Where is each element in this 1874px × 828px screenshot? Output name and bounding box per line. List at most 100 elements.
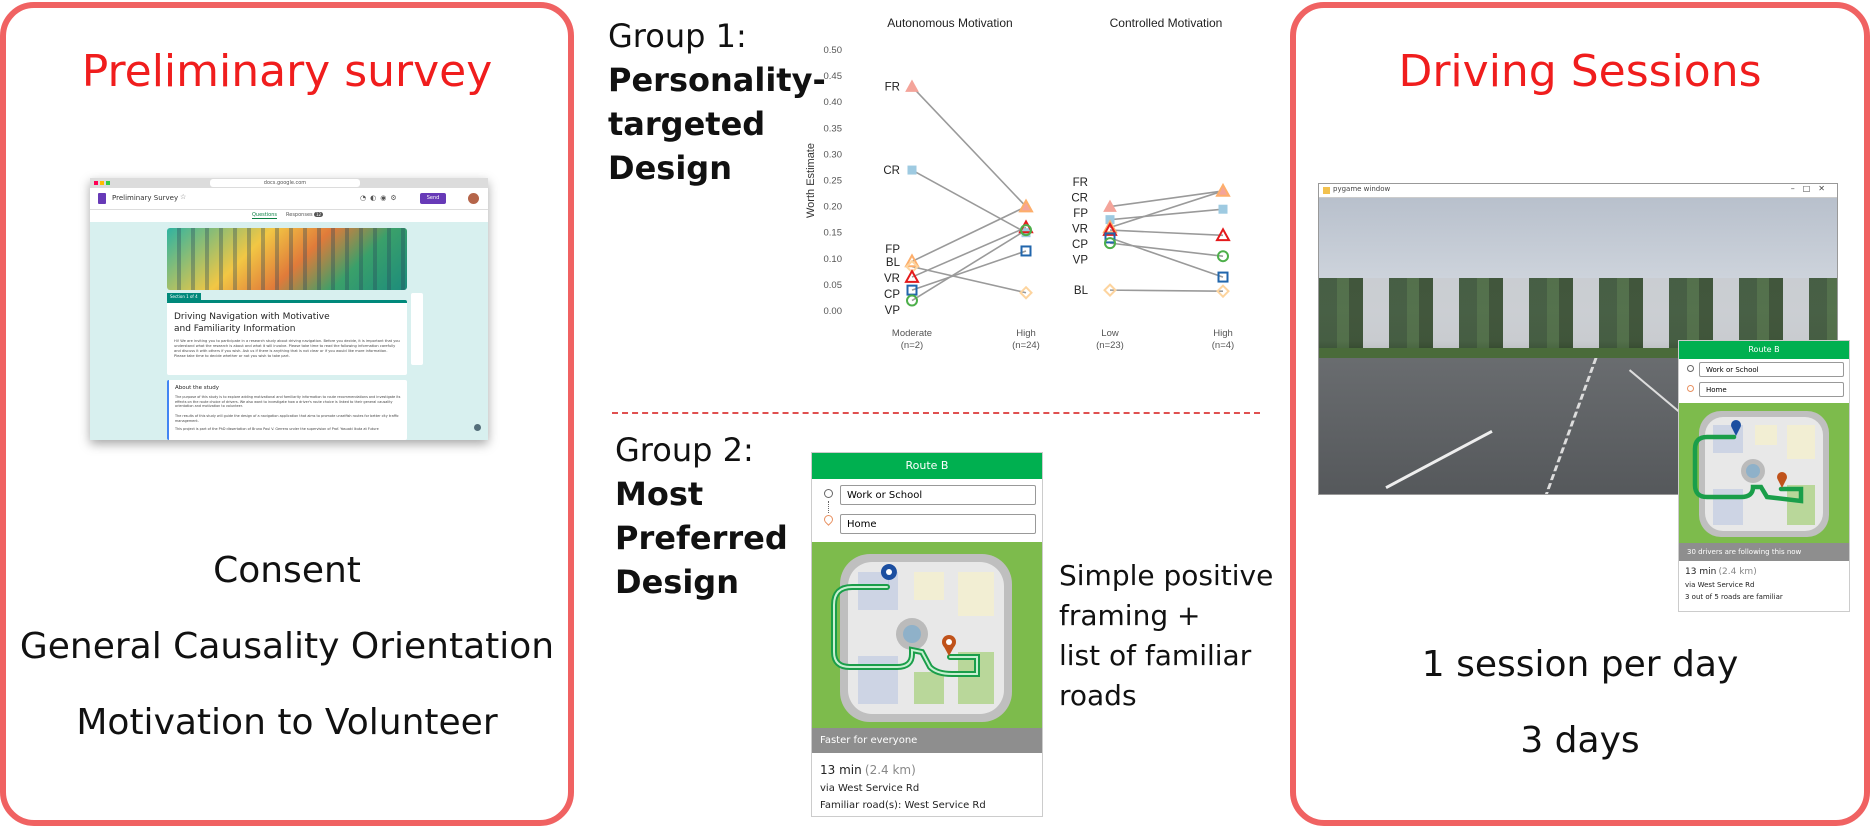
- session-route-map[interactable]: [1679, 403, 1849, 543]
- y-tick-label: 0.20: [824, 202, 843, 213]
- route-info: 13 min (2.4 km) via West Service Rd Fami…: [820, 763, 1036, 811]
- route-familiar: Familiar road(s): West Service Rd: [820, 800, 986, 811]
- group1-label: Group 1:: [608, 17, 747, 55]
- series-line-fr: [911, 85, 1027, 208]
- session-route-info: 13 min (2.4 km) via West Service Rd 3 ou…: [1685, 567, 1845, 601]
- series-line-cr: [1109, 208, 1224, 221]
- framing-message: Faster for everyone: [812, 728, 1042, 753]
- group-divider: [612, 412, 1260, 414]
- series-line-vr: [1109, 229, 1224, 237]
- session-route-time: 13 min: [1685, 567, 1717, 577]
- session-route-map-graphic: [1692, 411, 1829, 537]
- origin-circle-icon: [824, 489, 833, 498]
- y-tick-label: 0.50: [824, 45, 843, 56]
- about-paragraph-3: This project is part of the PhD disserta…: [175, 427, 379, 431]
- group2-design-line3: Design: [615, 563, 739, 601]
- tab-questions[interactable]: Questions: [252, 212, 277, 219]
- item-one-session-per-day: 1 session per day: [1421, 644, 1739, 685]
- form-intro: Hi! We are inviting you to participate i…: [174, 339, 400, 358]
- series-label-vr: VR: [1072, 224, 1088, 236]
- route-map[interactable]: [812, 542, 1042, 728]
- y-axis-label: Worth Estimate: [805, 143, 817, 218]
- y-tick-label: 0.15: [824, 228, 843, 239]
- session-destination-input[interactable]: Home: [1699, 382, 1844, 397]
- browser-bar: docs.google.com: [90, 178, 488, 188]
- series-label-vp: VP: [885, 305, 901, 317]
- origin-input[interactable]: Work or School: [840, 485, 1036, 505]
- driving-sessions-panel: Driving Sessions pygame window –□✕ Route…: [1290, 2, 1870, 826]
- forms-logo-icon: [98, 193, 106, 204]
- y-tick-label: 0.35: [824, 123, 843, 134]
- item-consent: Consent: [213, 550, 361, 591]
- url-bar[interactable]: docs.google.com: [210, 179, 360, 187]
- tab-responses[interactable]: Responses: [286, 212, 313, 218]
- y-tick-label: 0.40: [824, 97, 843, 108]
- session-route-card[interactable]: Route B Work or School Home 30 drivers a…: [1678, 340, 1850, 612]
- session-origin-input[interactable]: Work or School: [1699, 362, 1844, 377]
- form-header-city: [167, 228, 407, 290]
- preliminary-survey-panel: Preliminary survey docs.google.com Preli…: [0, 2, 574, 826]
- window-title: pygame window: [1333, 185, 1391, 193]
- form-title: Driving Navigation with Motivative and F…: [174, 312, 330, 334]
- series-label-fr: FR: [885, 82, 900, 94]
- series-label-fp: FP: [885, 244, 900, 256]
- item-motivation-to-volunteer: Motivation to Volunteer: [76, 702, 498, 743]
- y-tick-label: 0.30: [824, 149, 843, 160]
- preliminary-survey-title: Preliminary survey: [81, 46, 493, 97]
- series-line-cp: [1109, 237, 1224, 278]
- star-icon[interactable]: ☆: [180, 193, 186, 201]
- series-label-cr: CR: [883, 165, 900, 177]
- series-label-fr: FR: [1073, 177, 1088, 189]
- caption-line-4: roads: [1059, 679, 1137, 712]
- session-framing-message: 30 drivers are following this now: [1679, 543, 1849, 561]
- item-three-days: 3 days: [1520, 720, 1640, 761]
- route-dots-icon: [828, 501, 829, 513]
- series-line-cr: [911, 169, 1027, 234]
- x-category-label: (n=24): [1012, 340, 1040, 351]
- series-line-vp: [1109, 242, 1224, 257]
- caption-line-3: list of familiar: [1059, 639, 1252, 672]
- series-label-fp: FP: [1073, 208, 1088, 220]
- road-center-line: [1543, 358, 1598, 494]
- route-via: via West Service Rd: [820, 783, 920, 794]
- y-tick-label: 0.05: [824, 280, 843, 291]
- destination-input[interactable]: Home: [840, 514, 1036, 534]
- side-toolbar[interactable]: [411, 293, 423, 365]
- figure-root: Preliminary survey docs.google.com Preli…: [0, 0, 1874, 828]
- group2-design-line2: Preferred: [615, 519, 788, 557]
- group1-design-line3: Design: [608, 149, 732, 187]
- form-doc-title[interactable]: Preliminary Survey: [112, 194, 178, 202]
- caption-line-2: framing +: [1059, 599, 1201, 632]
- about-heading: About the study: [175, 385, 220, 391]
- session-route-header: Route B: [1679, 341, 1849, 359]
- series-label-cp: CP: [1072, 239, 1088, 251]
- panel-title: Autonomous Motivation: [887, 16, 1012, 30]
- pygame-icon: [1323, 187, 1330, 194]
- window-controls[interactable]: –□✕: [1791, 184, 1833, 193]
- series-line-bl: [1109, 289, 1224, 292]
- avatar[interactable]: [468, 193, 479, 204]
- help-icon[interactable]: [474, 424, 481, 431]
- about-paragraph-1: The purpose of this study is to explore …: [175, 395, 401, 409]
- group1-design-line2: targeted: [608, 105, 766, 143]
- series-label-bl: BL: [1074, 285, 1089, 297]
- group2-title: Group 2: Most Preferred Design: [615, 428, 788, 604]
- series-label-vr: VR: [884, 273, 900, 285]
- about-card: About the study The purpose of this stud…: [167, 380, 407, 440]
- marker-fr: [905, 79, 919, 92]
- window-titlebar: pygame window –□✕: [1319, 184, 1837, 198]
- group2-route-card[interactable]: Route B Work or School Home Faster for e…: [811, 452, 1043, 817]
- group1-title: Group 1: Personality- targeted Design: [608, 14, 826, 190]
- panel-title: Controlled Motivation: [1110, 16, 1223, 30]
- driving-sessions-title: Driving Sessions: [1398, 46, 1762, 97]
- route-time: 13 min: [820, 763, 862, 777]
- route-map-graphic: [831, 554, 1012, 722]
- form-toolbar: Preliminary Survey ☆ ◔◐◉⚙ Send: [90, 188, 488, 210]
- session-route-familiar: 3 out of 5 roads are familiar: [1685, 593, 1783, 601]
- toolbar-icons[interactable]: ◔◐◉⚙: [360, 194, 401, 202]
- window-dots: [94, 181, 110, 185]
- form-tabs: Questions Responses 12: [90, 210, 488, 222]
- destination-pin-icon: [822, 513, 835, 526]
- item-general-causality-orientation: General Causality Orientation: [19, 626, 555, 667]
- send-button[interactable]: Send: [420, 193, 446, 204]
